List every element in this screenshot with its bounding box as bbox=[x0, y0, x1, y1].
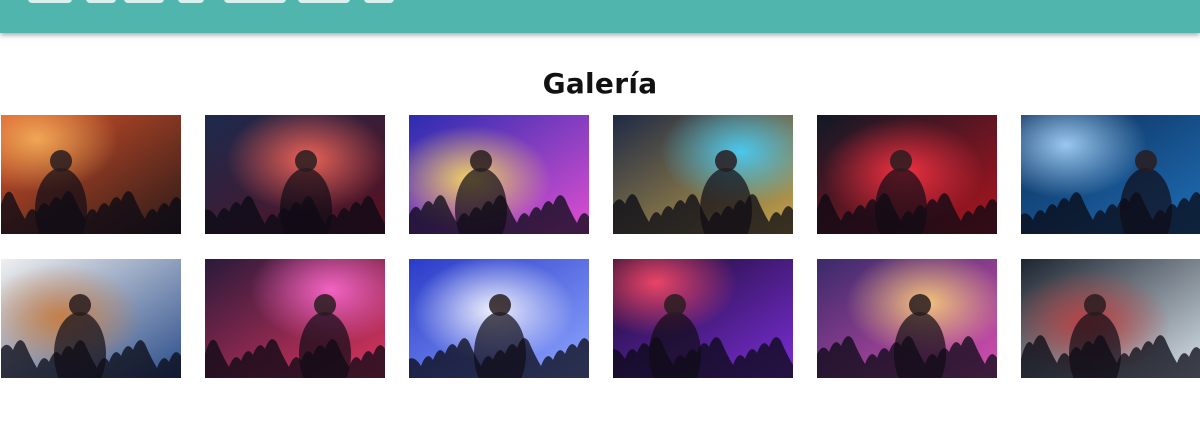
page-title: Galería bbox=[542, 66, 658, 100]
gallery-photo bbox=[1021, 115, 1200, 234]
gallery-image-performer-smoke[interactable] bbox=[1021, 259, 1200, 378]
gallery-image-singer-on-stage[interactable] bbox=[205, 115, 385, 234]
gallery-photo bbox=[1, 115, 181, 234]
gallery-image-concert-crowd-smoke[interactable] bbox=[1, 115, 181, 234]
gallery-photo bbox=[1, 259, 181, 378]
gallery-photo bbox=[1021, 259, 1200, 378]
gallery-photo bbox=[409, 259, 589, 378]
gallery-image-guitarist-red-lights[interactable] bbox=[817, 115, 997, 234]
gallery-photo bbox=[205, 259, 385, 378]
gallery-image-female-dj-blue[interactable] bbox=[1021, 115, 1200, 234]
gallery-photo bbox=[613, 115, 793, 234]
header-nav-fragment bbox=[28, 0, 408, 3]
gallery-image-mixer-purple-glow[interactable] bbox=[613, 259, 793, 378]
gallery-image-dj-turntable[interactable] bbox=[613, 115, 793, 234]
gallery-image-two-guitarists-stage[interactable] bbox=[817, 259, 997, 378]
gallery-image-dj-hands-mixer[interactable] bbox=[409, 259, 589, 378]
top-header-bar bbox=[0, 0, 1200, 33]
gallery-image-electric-guitars[interactable] bbox=[1, 259, 181, 378]
gallery-image-dj-laptop-booth[interactable] bbox=[205, 259, 385, 378]
gallery-photo bbox=[205, 115, 385, 234]
gallery-photo bbox=[817, 259, 997, 378]
gallery-image-crowd-light-show[interactable] bbox=[409, 115, 589, 234]
gallery-photo bbox=[817, 115, 997, 234]
gallery-photo bbox=[613, 259, 793, 378]
gallery-photo bbox=[409, 115, 589, 234]
